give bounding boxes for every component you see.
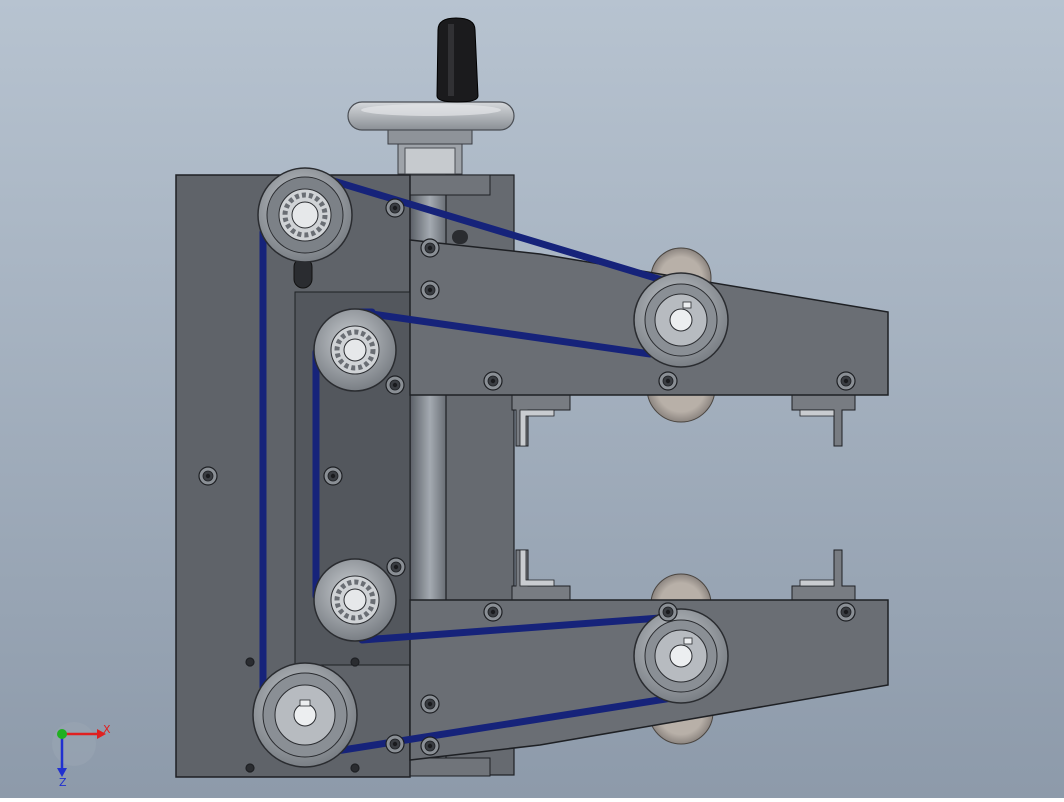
socket-screw-icon (350, 763, 360, 773)
socket-screw-icon (323, 466, 343, 486)
cad-viewport[interactable]: X Z (0, 0, 1064, 798)
assembly-drawing: X Z (0, 0, 1064, 798)
socket-screw-icon (420, 736, 440, 756)
socket-screw-icon (245, 657, 255, 667)
socket-screw-icon (483, 602, 503, 622)
top-cap (409, 174, 491, 196)
keyed-pulley-icon (252, 662, 358, 768)
socket-screw-icon (386, 557, 406, 577)
y-axis-dot (57, 729, 67, 739)
socket-screw-icon (658, 371, 678, 391)
socket-screw-icon (245, 763, 255, 773)
socket-screw-icon (658, 602, 678, 622)
socket-screw-icon (385, 198, 405, 218)
keyed-pulley-icon (633, 608, 729, 704)
socket-screw-icon (836, 371, 856, 391)
socket-screw-icon (385, 734, 405, 754)
socket-screw-icon (420, 238, 440, 258)
socket-screw-icon (420, 694, 440, 714)
z-axis-label: Z (59, 776, 67, 789)
bottom-cap (409, 757, 491, 777)
socket-screw-icon (350, 657, 360, 667)
socket-screw-icon (198, 466, 218, 486)
bearing-pulley-icon (313, 308, 397, 392)
socket-screw-icon (483, 371, 503, 391)
x-axis-label: X (103, 723, 111, 736)
socket-screw-icon (385, 375, 405, 395)
socket-screw-icon (836, 602, 856, 622)
keyed-pulley-icon (633, 272, 729, 368)
bearing-pulley-icon (313, 558, 397, 642)
bearing-pulley-icon (257, 167, 353, 263)
socket-screw-icon (420, 280, 440, 300)
rod-slot (452, 230, 468, 244)
